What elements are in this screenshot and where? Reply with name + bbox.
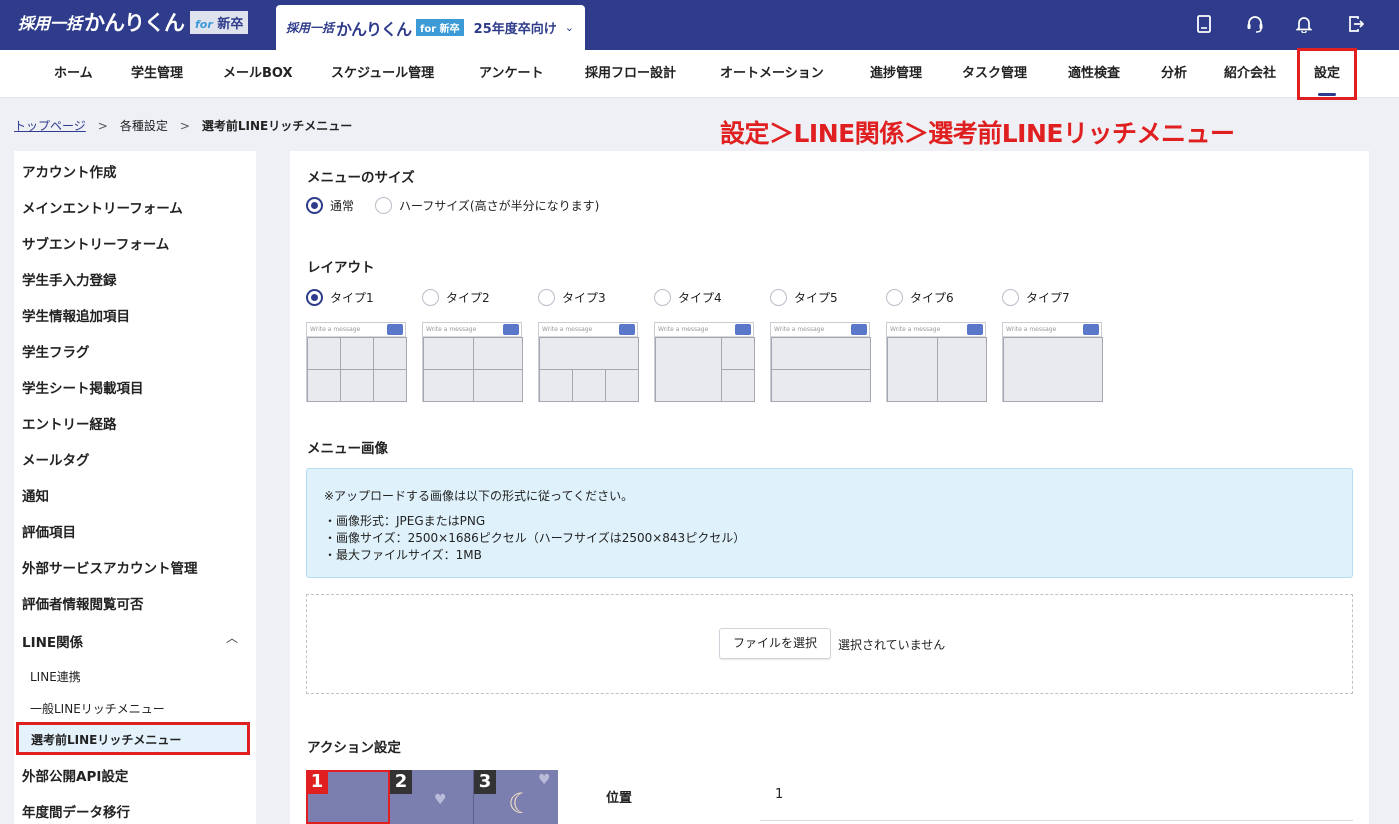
headset-icon[interactable] xyxy=(1245,14,1265,34)
radio-unchecked-icon xyxy=(654,289,671,306)
file-drop-zone[interactable]: ファイルを選択 選択されていません xyxy=(306,594,1353,694)
rich-menu-preview: 1 2 ♥ 3 ☾ ♥ xyxy=(306,770,558,824)
heart-icon: ♥ xyxy=(538,772,551,788)
breadcrumb-current: 選考前LINEリッチメニュー xyxy=(202,117,352,134)
main-nav: ホーム 学生管理 メールBOX スケジュール管理 アンケート 採用フロー設計 オ… xyxy=(0,50,1399,98)
heart-icon: ♥ xyxy=(434,792,447,808)
red-annotation: 設定＞LINE関係＞選考前LINEリッチメニュー xyxy=(720,114,1234,150)
layout-radio-type6[interactable]: タイプ6 xyxy=(886,289,954,306)
sidebar-item-flags[interactable]: 学生フラグ xyxy=(22,341,90,361)
preview-area-1[interactable]: 1 xyxy=(306,770,390,824)
radio-unchecked-icon xyxy=(770,289,787,306)
sidebar-item-sheet-items[interactable]: 学生シート掲載項目 xyxy=(22,377,144,397)
layout-thumb-type7[interactable]: Write a message xyxy=(1002,322,1102,402)
breadcrumb-home-link[interactable]: トップページ xyxy=(14,117,86,134)
year-selector-tab[interactable]: 採用一括 かんりくん for 新卒 25年度卒向け ⌄ xyxy=(276,5,585,50)
preview-area-3[interactable]: 3 ☾ ♥ xyxy=(474,770,558,824)
sidebar-item-external-accounts[interactable]: 外部サービスアカウント管理 xyxy=(22,557,198,577)
nav-automation[interactable]: オートメーション xyxy=(720,50,824,98)
year-label: 25年度卒向け xyxy=(474,18,557,37)
layout-radio-type4[interactable]: タイプ4 xyxy=(654,289,722,306)
nav-settings[interactable]: 設定 xyxy=(1297,48,1357,100)
radio-unchecked-icon xyxy=(422,289,439,306)
sidebar-item-line-link[interactable]: LINE連携 xyxy=(30,668,81,685)
preview-area-2[interactable]: 2 ♥ xyxy=(390,770,474,824)
nav-home[interactable]: ホーム xyxy=(54,50,93,98)
logout-icon[interactable] xyxy=(1346,14,1366,34)
layout-radio-type2[interactable]: タイプ2 xyxy=(422,289,490,306)
brand-logo[interactable]: 採用一括 かんりくん for 新卒 xyxy=(18,10,248,34)
book-icon[interactable] xyxy=(1194,14,1214,34)
layout-title: レイアウト xyxy=(307,256,375,276)
sidebar-item-entry-route[interactable]: エントリー経路 xyxy=(22,413,117,433)
sidebar-item-public-api[interactable]: 外部公開API設定 xyxy=(22,765,128,785)
sidebar-item-mail-tags[interactable]: メールタグ xyxy=(22,449,90,469)
nav-flow-design[interactable]: 採用フロー設計 xyxy=(585,50,676,98)
action-settings-title: アクション設定 xyxy=(307,736,401,756)
radio-checked-icon xyxy=(306,197,323,214)
position-value: 1 xyxy=(775,787,783,802)
sidebar-item-general-rich-menu[interactable]: 一般LINEリッチメニュー xyxy=(30,700,165,717)
nav-progress[interactable]: 進捗管理 xyxy=(870,50,922,98)
sidebar-item-account[interactable]: アカウント作成 xyxy=(22,161,117,181)
nav-survey[interactable]: アンケート xyxy=(479,50,543,98)
layout-thumb-type6[interactable]: Write a message xyxy=(886,322,986,402)
layout-thumb-type1[interactable]: Write a message xyxy=(306,322,406,402)
nav-agencies[interactable]: 紹介会社 xyxy=(1224,50,1276,98)
nav-mailbox[interactable]: メールBOX xyxy=(223,50,293,98)
chevron-down-icon: ⌄ xyxy=(565,21,574,34)
sidebar-item-preselection-rich-menu[interactable]: 選考前LINEリッチメニュー xyxy=(16,722,250,755)
chevron-right-icon: > xyxy=(98,119,108,133)
position-label: 位置 xyxy=(606,787,632,806)
nav-schedule[interactable]: スケジュール管理 xyxy=(331,50,434,98)
layout-thumb-type2[interactable]: Write a message xyxy=(422,322,522,402)
nav-students[interactable]: 学生管理 xyxy=(131,50,183,98)
sidebar-item-manual-registration[interactable]: 学生手入力登録 xyxy=(22,269,117,289)
layout-radio-type5[interactable]: タイプ5 xyxy=(770,289,838,306)
moon-icon: ☾ xyxy=(508,790,533,818)
breadcrumb: トップページ > 各種設定 > 選考前LINEリッチメニュー xyxy=(14,117,352,134)
upload-info-box: ※アップロードする画像は以下の形式に従ってください。 ・画像形式：JPEGまたは… xyxy=(306,468,1353,578)
sidebar-item-notifications[interactable]: 通知 xyxy=(22,485,49,505)
layout-thumb-type3[interactable]: Write a message xyxy=(538,322,638,402)
nav-aptitude[interactable]: 適性検査 xyxy=(1068,50,1120,98)
radio-unchecked-icon xyxy=(538,289,555,306)
rich-menu-form: メニューのサイズ 通常 ハーフサイズ(高さが半分になります) レイアウト タイプ… xyxy=(290,151,1369,824)
bell-icon[interactable] xyxy=(1294,14,1314,34)
nav-tasks[interactable]: タスク管理 xyxy=(962,50,1027,98)
layout-radio-type7[interactable]: タイプ7 xyxy=(1002,289,1070,306)
sidebar-item-evaluator-access[interactable]: 評価者情報閲覧可否 xyxy=(22,593,144,613)
sidebar-item-sub-entry-form[interactable]: サブエントリーフォーム xyxy=(22,233,169,253)
menu-image-title: メニュー画像 xyxy=(307,437,388,457)
no-file-text: 選択されていません xyxy=(838,636,945,653)
chevron-up-icon[interactable]: ︿ xyxy=(226,629,238,646)
divider xyxy=(760,820,1353,821)
radio-unchecked-icon xyxy=(1002,289,1019,306)
radio-unchecked-icon xyxy=(886,289,903,306)
choose-file-button[interactable]: ファイルを選択 xyxy=(719,628,831,659)
size-radio-half[interactable]: ハーフサイズ(高さが半分になります) xyxy=(375,197,599,214)
layout-thumb-type5[interactable]: Write a message xyxy=(770,322,870,402)
menu-size-title: メニューのサイズ xyxy=(307,166,415,186)
radio-checked-icon xyxy=(306,289,323,306)
layout-radio-type3[interactable]: タイプ3 xyxy=(538,289,606,306)
breadcrumb-settings: 各種設定 xyxy=(120,117,168,134)
active-underline xyxy=(1318,93,1336,96)
settings-sidebar: アカウント作成 メインエントリーフォーム サブエントリーフォーム 学生手入力登録… xyxy=(14,151,256,824)
nav-analysis[interactable]: 分析 xyxy=(1161,50,1187,98)
size-radio-normal[interactable]: 通常 xyxy=(306,197,354,214)
layout-radio-type1[interactable]: タイプ1 xyxy=(306,289,374,306)
sidebar-item-year-migration[interactable]: 年度間データ移行 xyxy=(22,801,130,821)
layout-thumb-type4[interactable]: Write a message xyxy=(654,322,754,402)
sidebar-group-line[interactable]: LINE関係 xyxy=(22,631,83,651)
radio-unchecked-icon xyxy=(375,197,392,214)
sidebar-item-main-entry-form[interactable]: メインエントリーフォーム xyxy=(22,197,183,217)
top-header: 採用一括 かんりくん for 新卒 採用一括 かんりくん for 新卒 25年度… xyxy=(0,0,1399,50)
sidebar-item-extra-fields[interactable]: 学生情報追加項目 xyxy=(22,305,130,325)
chevron-right-icon: > xyxy=(180,119,190,133)
sidebar-item-evaluation[interactable]: 評価項目 xyxy=(22,521,76,541)
